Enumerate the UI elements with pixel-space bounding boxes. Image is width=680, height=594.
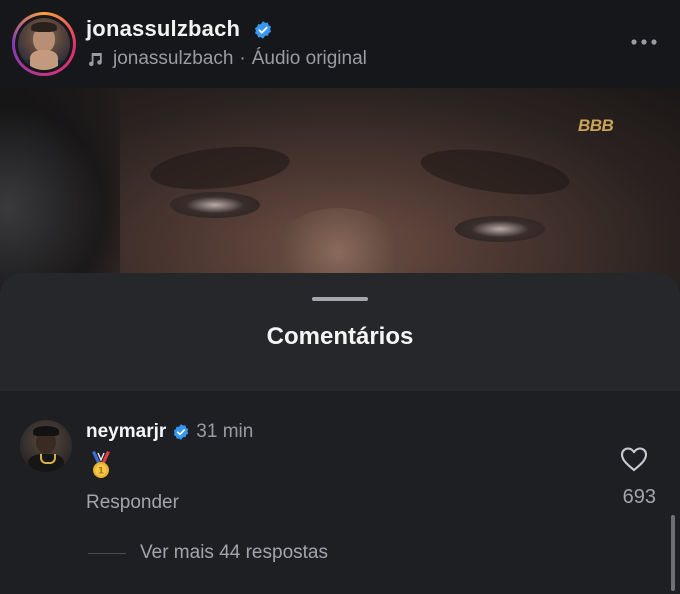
verified-badge-icon [254,21,271,39]
audio-separator: · [239,48,246,69]
avatar-border [15,15,73,73]
verified-badge-icon [174,424,189,440]
scrollbar[interactable] [671,515,675,591]
heart-icon[interactable] [620,446,648,472]
bbb-watermark-logo: BBB [578,116,614,135]
sheet-title: Comentários [266,323,414,350]
comments-list: neymarjr 31 min 1 Responder 693 Ver mais… [0,391,680,594]
audio-label: Áudio original [251,48,367,69]
header-username[interactable]: jonassulzbach [86,16,240,41]
comment-avatar-chain [40,454,56,464]
view-more-replies-button[interactable]: Ver mais 44 respostas [140,542,328,564]
avatar-photo [18,18,70,70]
video-shadow [0,88,120,288]
audio-owner: jonassulzbach [113,48,234,69]
comment-avatar-cap [33,426,59,436]
video-eye-right [455,216,545,242]
audio-row[interactable]: jonassulzbach · Áudio original [86,48,367,70]
comment-time: 31 min [196,421,254,442]
comment-username[interactable]: neymarjr [86,421,166,443]
comment-meta: neymarjr 31 min [86,421,253,443]
avatar-hair [31,22,57,32]
comment-avatar[interactable] [20,420,72,472]
gold-medal-icon: 1 [92,451,110,478]
replies-divider [88,553,126,554]
like-count: 693 [622,486,656,508]
music-note-icon [89,53,102,67]
video-brow-left [148,140,292,196]
header-username-row[interactable]: jonassulzbach [86,16,273,42]
avatar-hands [30,50,58,70]
drag-handle[interactable] [312,297,368,301]
reel-header: jonassulzbach jonassulzbach · Áudio orig… [0,0,680,88]
svg-text:1: 1 [98,467,104,477]
video-brow-right [417,141,573,203]
video-eye-left [170,192,260,218]
comments-sheet: Comentários neymarjr 31 min 1 Responder [0,273,680,594]
reel-video[interactable]: BBB [0,88,680,288]
more-options-icon[interactable] [630,38,658,46]
reply-button[interactable]: Responder [86,492,179,514]
profile-avatar[interactable] [12,12,76,76]
